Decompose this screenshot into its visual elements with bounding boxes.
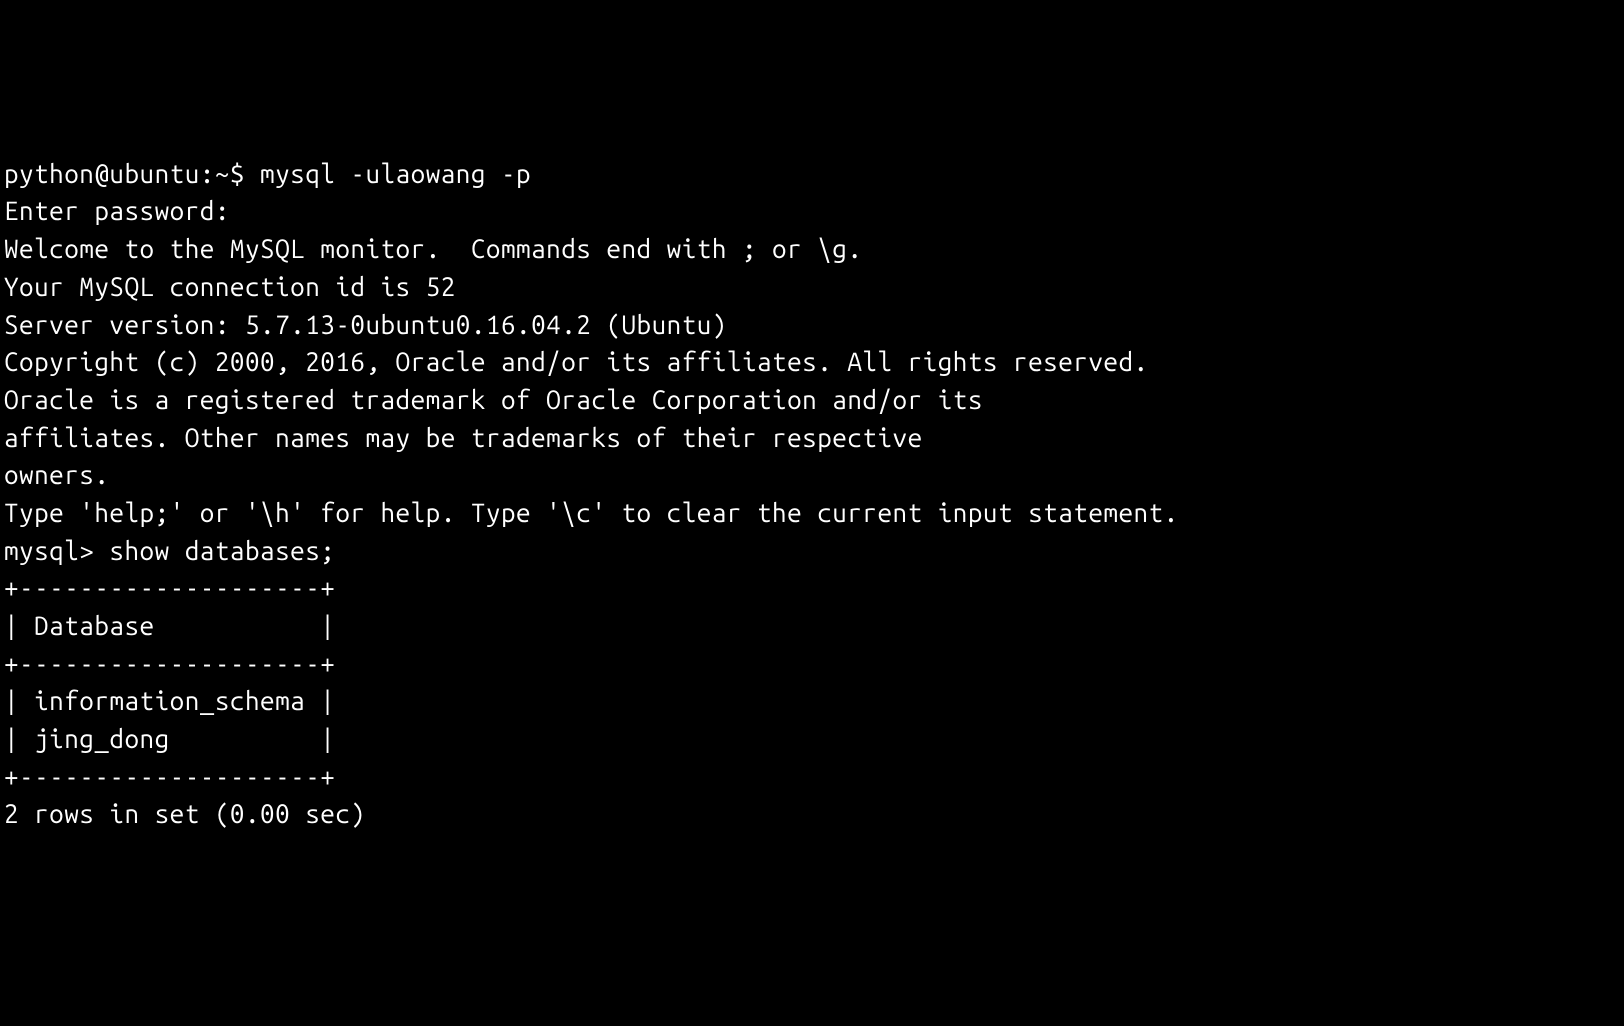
welcome-line1: Welcome to the MySQL monitor. Commands e… — [4, 230, 1620, 268]
mysql-prompt-line: mysql> show databases; — [4, 532, 1620, 570]
mysql-prompt: mysql> — [4, 536, 109, 565]
help-line: Type 'help;' or '\h' for help. Type '\c'… — [4, 494, 1620, 532]
password-prompt-line: Enter password: — [4, 192, 1620, 230]
trademark-line2: affiliates. Other names may be trademark… — [4, 419, 1620, 457]
trademark-line1: Oracle is a registered trademark of Orac… — [4, 381, 1620, 419]
table-row: | information_schema | — [4, 682, 1620, 720]
terminal-window[interactable]: python@ubuntu:~$ mysql -ulaowang -pEnter… — [4, 155, 1620, 833]
table-header: | Database | — [4, 607, 1620, 645]
trademark-line3: owners. — [4, 456, 1620, 494]
table-border-bot: +--------------------+ — [4, 758, 1620, 796]
table-border-top: +--------------------+ — [4, 569, 1620, 607]
table-row: | jing_dong | — [4, 720, 1620, 758]
copyright-line: Copyright (c) 2000, 2016, Oracle and/or … — [4, 343, 1620, 381]
result-summary: 2 rows in set (0.00 sec) — [4, 795, 1620, 833]
shell-prompt: python@ubuntu:~$ — [4, 159, 260, 188]
shell-prompt-line: python@ubuntu:~$ mysql -ulaowang -p — [4, 155, 1620, 193]
welcome-line2: Your MySQL connection id is 52 — [4, 268, 1620, 306]
shell-command: mysql -ulaowang -p — [260, 159, 531, 188]
mysql-command: show databases; — [109, 536, 335, 565]
table-border-mid: +--------------------+ — [4, 645, 1620, 683]
welcome-line3: Server version: 5.7.13-0ubuntu0.16.04.2 … — [4, 306, 1620, 344]
